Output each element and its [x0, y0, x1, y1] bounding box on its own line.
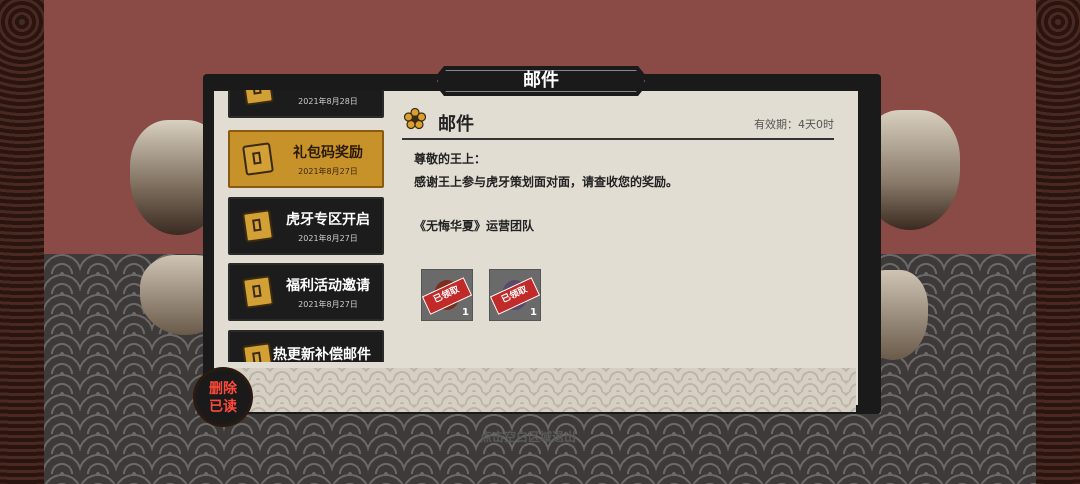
mail-body: 感谢王上参与虎牙策划面对面，请查收您的奖励。	[414, 175, 679, 189]
flower-icon	[404, 108, 426, 130]
window-title: 邮件	[523, 70, 559, 91]
mail-icon	[242, 209, 274, 243]
reward-count: 1	[530, 307, 537, 318]
right-border	[1036, 0, 1080, 484]
delete-label-line1: 删除	[209, 381, 237, 397]
mail-item-title: 福利活动邀请	[286, 278, 370, 294]
mail-item-title: 热更新补偿邮件	[273, 347, 371, 362]
mail-list[interactable]: 2021年8月28日 礼包码奖励 2021年8月27日 虎牙专区开启 2021年…	[228, 90, 386, 362]
mail-item-active[interactable]: 礼包码奖励 2021年8月27日	[228, 130, 384, 188]
mail-item[interactable]: 热更新补偿邮件	[228, 330, 384, 362]
mail-item-date: 2021年8月27日	[298, 167, 358, 176]
exit-hint[interactable]: 点击空白区域退出	[480, 428, 576, 445]
mail-item-date: 2021年8月28日	[298, 97, 358, 106]
mail-header-title: 邮件	[438, 114, 474, 135]
mail-greeting: 尊敬的王上：	[414, 152, 487, 166]
reward-count: 1	[462, 307, 469, 318]
mail-signature: 《无悔华夏》运营团队	[414, 219, 535, 233]
reward-item[interactable]: 已领取 1	[489, 269, 541, 321]
mail-icon	[242, 275, 274, 309]
reward-item[interactable]: 已领取 1	[421, 269, 473, 321]
mail-item-title: 虎牙专区开启	[286, 212, 370, 228]
mail-item[interactable]: 2021年8月28日	[228, 90, 384, 118]
mail-item-date: 2021年8月27日	[298, 234, 358, 243]
delete-label-line2: 已读	[209, 399, 237, 415]
panel-wave-footer	[222, 368, 856, 412]
validity-text: 有效期：4天0时	[754, 118, 834, 131]
mail-item-date: 2021年8月27日	[298, 300, 358, 309]
mail-item[interactable]: 虎牙专区开启 2021年8月27日	[228, 197, 384, 255]
delete-read-button[interactable]: 删除 已读	[196, 370, 250, 424]
mail-icon	[242, 90, 274, 106]
mail-content-header: 邮件 有效期：4天0时	[402, 108, 834, 140]
mail-item[interactable]: 福利活动邀请 2021年8月27日	[228, 263, 384, 321]
mail-icon	[242, 142, 274, 176]
left-border	[0, 0, 44, 484]
mail-item-title: 礼包码奖励	[293, 145, 363, 161]
